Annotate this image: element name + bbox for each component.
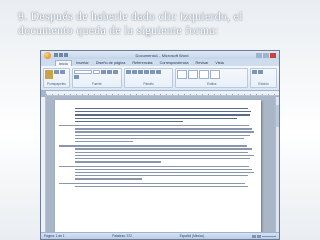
bold-icon: [100, 70, 106, 74]
ribbon-group-font[interactable]: Fuente: [71, 68, 122, 88]
slide-title-line-1: 9. Después de haberle dado clic izquierd…: [18, 9, 243, 23]
font-name-dropdown: [73, 70, 92, 74]
cut-icon: [54, 70, 59, 74]
status-words[interactable]: Palabras: 372: [112, 234, 132, 238]
tab-inicio[interactable]: Inicio: [55, 60, 72, 66]
align-left-icon: [143, 70, 149, 74]
word-window-screenshot: Documento1 - Microsoft Word Inicio Inser…: [40, 50, 280, 240]
paste-icon: [45, 70, 53, 79]
indent-icon: [137, 70, 143, 74]
ribbon-group-clipboard[interactable]: Portapapeles: [43, 68, 70, 88]
vertical-ruler[interactable]: [41, 97, 46, 232]
document-page[interactable]: [55, 100, 261, 232]
view-web-icon: [256, 234, 261, 238]
office-button-icon[interactable]: [44, 51, 51, 59]
minimize-icon: [256, 52, 262, 58]
window-controls[interactable]: [256, 52, 276, 58]
style-heading-2: [210, 70, 221, 79]
numbering-icon: [131, 70, 137, 74]
bullets-icon: [125, 70, 131, 74]
paragraph: [59, 125, 255, 143]
ribbon-tabs: Inicio Insertar Diseño de página Referen…: [41, 59, 279, 66]
style-heading-1: [199, 70, 210, 79]
tab-referencias[interactable]: Referencias: [129, 60, 155, 66]
paragraph: [59, 145, 255, 163]
word-titlebar: Documento1 - Microsoft Word: [41, 51, 279, 59]
status-language[interactable]: Español (México): [180, 234, 205, 238]
font-color-icon: [73, 75, 79, 79]
ribbon-group-label: Párrafo: [143, 82, 154, 86]
justify-icon: [155, 70, 161, 74]
tab-insertar[interactable]: Insertar: [73, 60, 92, 66]
ribbon-group-editing[interactable]: Edición: [250, 68, 278, 88]
word-window-title: Documento1 - Microsoft Word: [135, 52, 189, 58]
copy-icon: [60, 70, 65, 74]
tab-correspondencia[interactable]: Correspondencia: [157, 60, 192, 66]
tab-diseno-pagina[interactable]: Diseño de página: [93, 60, 129, 66]
slide-title-line-2: documento queda de la siguiente forma:: [18, 23, 219, 37]
vertical-scrollbar[interactable]: [275, 97, 279, 232]
zoom-controls[interactable]: [251, 234, 276, 238]
style-no-spacing: [188, 70, 199, 79]
close-icon: [270, 52, 276, 58]
underline-icon: [112, 70, 118, 74]
find-icon: [252, 70, 258, 74]
view-print-icon: [251, 234, 256, 238]
tab-revisar[interactable]: Revisar: [193, 60, 212, 66]
align-center-icon: [149, 70, 155, 74]
ribbon-group-paragraph[interactable]: Párrafo: [123, 68, 174, 88]
ribbon-group-styles[interactable]: Estilos: [175, 68, 249, 88]
ribbon: Portapapeles Fuente Párrafo Estilos Edic…: [41, 66, 279, 91]
status-page[interactable]: Página: 1 de 1: [44, 234, 65, 238]
font-size-dropdown: [92, 70, 100, 74]
maximize-icon: [263, 52, 269, 58]
horizontal-ruler[interactable]: [46, 91, 279, 96]
paragraph: [59, 182, 255, 188]
zoom-slider-icon: [261, 235, 276, 237]
document-area: [41, 97, 275, 232]
ribbon-group-label: Portapapeles: [47, 82, 66, 86]
paragraph: [59, 165, 255, 180]
tab-vista[interactable]: Vista: [212, 60, 226, 66]
ribbon-group-label: Estilos: [207, 82, 217, 86]
scrollbar-thumb[interactable]: [276, 105, 279, 127]
replace-icon: [258, 70, 264, 74]
style-normal: [177, 70, 188, 79]
ribbon-group-label: Fuente: [91, 82, 102, 86]
slide-title: 9. Después de haberle dado clic izquierd…: [18, 9, 308, 37]
status-bar: Página: 1 de 1 Palabras: 372 Español (Mé…: [41, 232, 279, 239]
ribbon-group-label: Edición: [258, 82, 269, 86]
quick-access-toolbar[interactable]: [54, 53, 68, 57]
italic-icon: [106, 70, 112, 74]
paragraph: [75, 108, 255, 123]
